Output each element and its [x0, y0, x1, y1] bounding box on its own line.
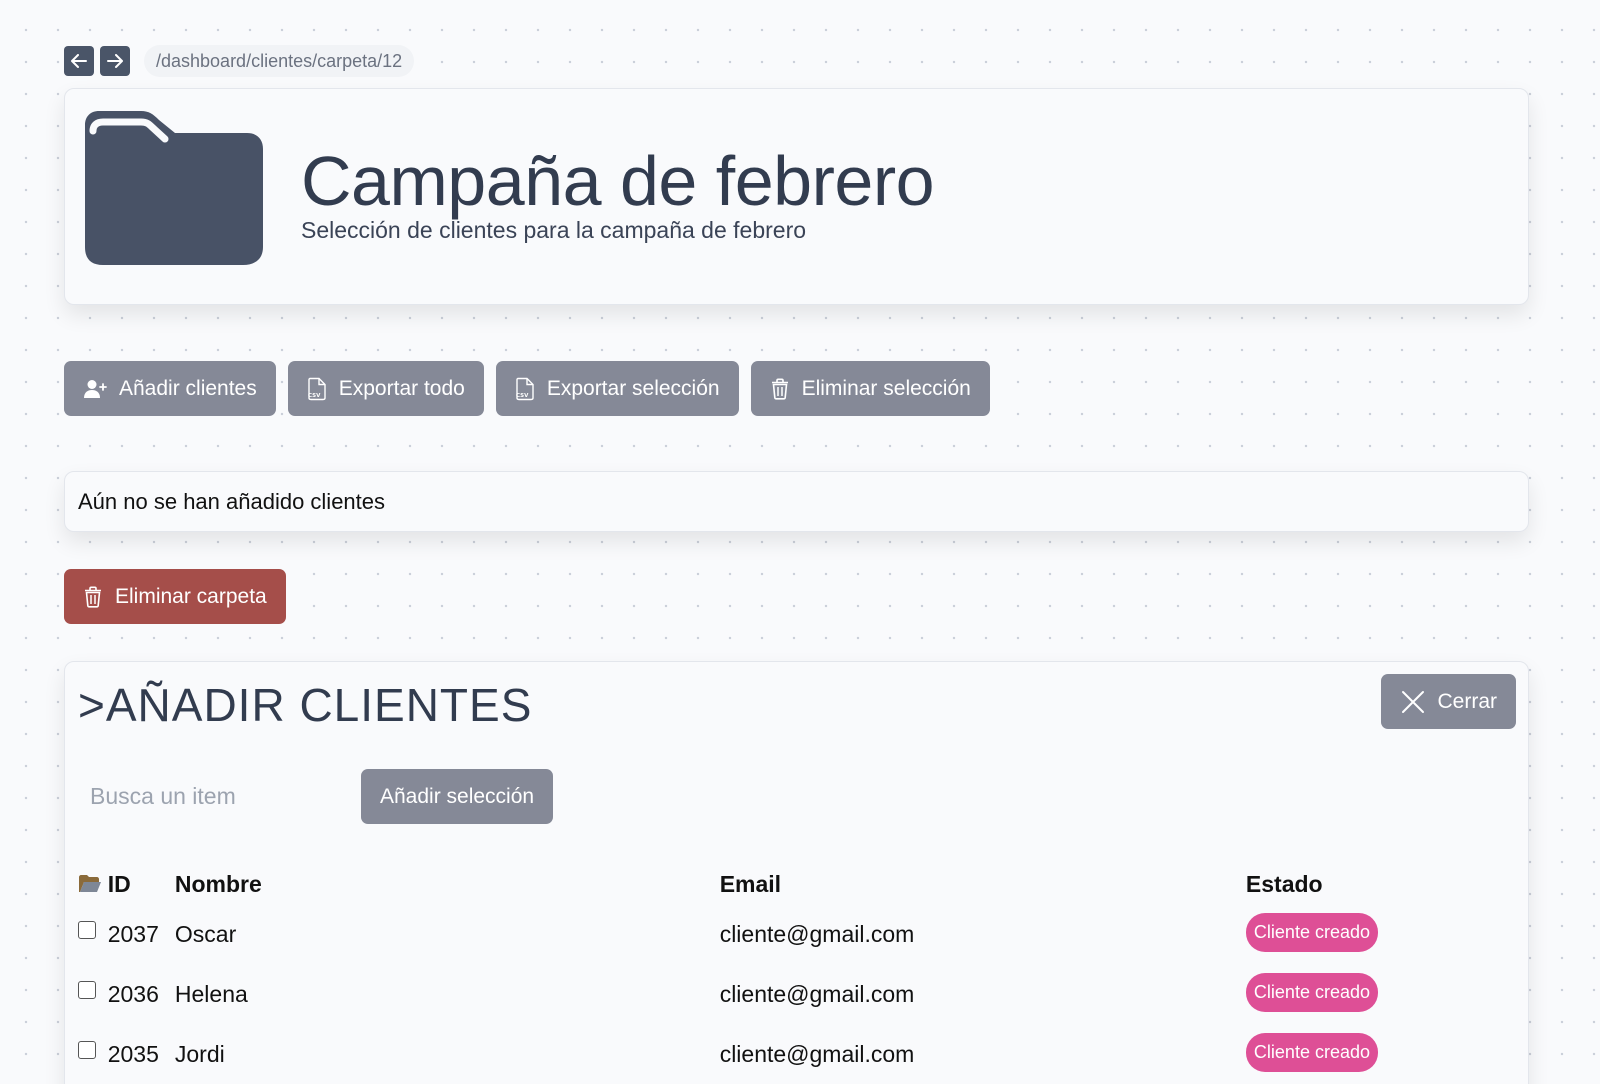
- clients-table: ID Nombre Email Estado 2037 Oscar client…: [78, 864, 1378, 1084]
- user-plus-icon: [84, 379, 107, 398]
- delete-folder-button[interactable]: Eliminar carpeta: [64, 569, 286, 624]
- export-all-label: Exportar todo: [338, 376, 465, 400]
- page-title: Campaña de febrero: [301, 142, 935, 220]
- add-selection-label: Añadir selección: [380, 784, 535, 808]
- top-navigation: /dashboard/clientes/carpeta/12: [64, 45, 415, 77]
- row-checkbox[interactable]: [78, 980, 96, 999]
- row-select-cell: [78, 1024, 108, 1084]
- client-id: 2036: [107, 980, 159, 1007]
- client-id: 2037: [107, 920, 159, 947]
- export-selection-label: Exportar selección: [546, 376, 720, 400]
- client-name: Jordi: [174, 1040, 225, 1067]
- add-clients-panel: >AÑADIR CLIENTES Cerrar Añadir selección…: [64, 661, 1529, 1084]
- delete-folder-label: Eliminar carpeta: [115, 584, 267, 608]
- search-input[interactable]: [78, 769, 340, 824]
- empty-state-message: Aún no se han añadido clientes: [78, 488, 386, 514]
- folder-header-card: Campaña de febrero Selección de clientes…: [64, 88, 1529, 305]
- folder-actions: Añadir clientes CSV Exportar todo CSV Ex…: [64, 361, 990, 416]
- client-email: cliente@gmail.com: [719, 920, 915, 947]
- add-clients-button[interactable]: Añadir clientes: [64, 361, 276, 416]
- trash-icon: [85, 586, 101, 608]
- status-cell: Cliente creado: [1245, 1024, 1378, 1084]
- column-header-status: Estado: [1245, 870, 1323, 897]
- close-label: Cerrar: [1437, 689, 1497, 713]
- status-cell: Cliente creado: [1245, 904, 1378, 964]
- empty-state: Aún no se han añadido clientes: [64, 471, 1529, 532]
- row-select-cell: [78, 964, 108, 1024]
- delete-selection-label: Eliminar selección: [801, 376, 971, 400]
- status-badge: Cliente creado: [1245, 972, 1378, 1012]
- export-selection-button[interactable]: CSV Exportar selección: [495, 361, 739, 416]
- folder-icon: [85, 111, 263, 265]
- breadcrumb[interactable]: /dashboard/clientes/carpeta/12: [144, 45, 415, 77]
- forward-button[interactable]: [100, 46, 130, 76]
- page-subtitle: Selección de clientes para la campaña de…: [301, 217, 807, 243]
- table-row[interactable]: 2035 Jordi cliente@gmail.com Cliente cre…: [78, 1024, 1378, 1084]
- client-id: 2035: [107, 1040, 159, 1067]
- add-selection-button[interactable]: Añadir selección: [361, 769, 554, 824]
- row-select-cell: [78, 904, 108, 964]
- panel-title: >AÑADIR CLIENTES: [78, 679, 533, 731]
- back-button[interactable]: [64, 46, 94, 76]
- column-header-id: ID: [107, 870, 131, 897]
- svg-text:CSV: CSV: [516, 393, 529, 399]
- open-folder-icon: [79, 874, 101, 892]
- client-name: Helena: [174, 980, 248, 1007]
- csv-file-icon: CSV: [308, 377, 326, 400]
- table-row[interactable]: 2037 Oscar cliente@gmail.com Cliente cre…: [78, 904, 1378, 964]
- export-all-button[interactable]: CSV Exportar todo: [287, 361, 484, 416]
- arrow-left-icon: [71, 54, 87, 68]
- trash-icon: [771, 378, 788, 400]
- select-all-header: [78, 864, 108, 904]
- svg-text:CSV: CSV: [308, 393, 321, 399]
- row-checkbox[interactable]: [78, 1040, 96, 1059]
- client-email: cliente@gmail.com: [719, 1040, 915, 1067]
- add-clients-label: Añadir clientes: [119, 376, 257, 400]
- status-badge: Cliente creado: [1245, 1032, 1378, 1072]
- client-name: Oscar: [174, 920, 237, 947]
- table-row[interactable]: 2036 Helena cliente@gmail.com Cliente cr…: [78, 964, 1378, 1024]
- status-cell: Cliente creado: [1245, 964, 1378, 1024]
- status-badge: Cliente creado: [1245, 912, 1378, 952]
- delete-selection-button[interactable]: Eliminar selección: [750, 361, 990, 416]
- row-checkbox[interactable]: [78, 920, 96, 939]
- client-email: cliente@gmail.com: [719, 980, 915, 1007]
- column-header-email: Email: [719, 870, 782, 897]
- close-button[interactable]: Cerrar: [1381, 674, 1516, 729]
- column-header-name: Nombre: [174, 870, 262, 897]
- close-icon: [1402, 690, 1425, 713]
- csv-file-icon: CSV: [516, 377, 534, 400]
- arrow-right-icon: [107, 54, 123, 68]
- table-header: ID Nombre Email Estado: [78, 864, 1378, 904]
